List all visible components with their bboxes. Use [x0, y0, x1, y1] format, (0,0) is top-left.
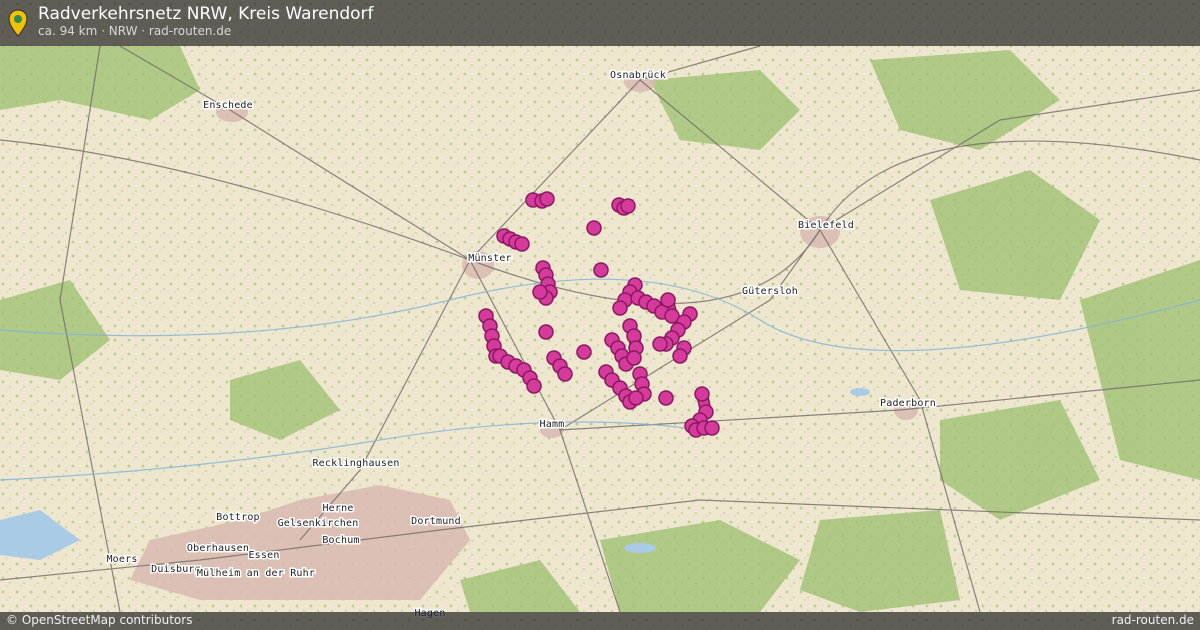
city-label: Duisburg [151, 564, 201, 575]
city-label: Gelsenkirchen [278, 518, 359, 529]
city-label: Mülheim an der Ruhr [197, 568, 315, 579]
page-title: Radverkehrsnetz NRW, Kreis Warendorf [38, 4, 374, 24]
city-label: Herne [322, 503, 353, 514]
map-pin-icon [8, 9, 28, 37]
route-meta: ca. 94 km · NRW · rad-routen.de [38, 24, 232, 38]
city-label: Enschede [203, 100, 253, 111]
osm-attribution[interactable]: © OpenStreetMap contributors [6, 613, 192, 627]
city-label: Oberhausen [187, 543, 249, 554]
city-label: Bochum [322, 535, 359, 546]
route-segment[interactable] [525, 191, 555, 209]
city-label: Moers [106, 554, 137, 565]
city-label: Hamm [540, 419, 565, 430]
route-segment[interactable] [538, 324, 554, 340]
route-segment[interactable] [576, 344, 592, 360]
city-label: Dortmund [411, 516, 461, 527]
footer-bar: © OpenStreetMap contributors rad-routen.… [0, 612, 1200, 630]
city-label: Bottrop [216, 512, 260, 523]
site-brand[interactable]: rad-routen.de [1112, 613, 1194, 627]
header-bar: Radverkehrsnetz NRW, Kreis Warendorf ca.… [0, 0, 1200, 46]
city-label: Gütersloh [742, 286, 798, 297]
city-label: Bielefeld [798, 220, 854, 231]
route-segment[interactable] [586, 220, 602, 236]
route-segment[interactable] [658, 390, 674, 406]
city-label: Osnabrück [610, 70, 666, 81]
city-label: Recklinghausen [312, 458, 399, 469]
map-canvas[interactable]: Osnabrück Enschede Bielefeld Münster Gütersl… [0, 0, 1200, 630]
route-segment[interactable] [593, 262, 609, 278]
city-label: Essen [248, 550, 279, 561]
city-label: Paderborn [880, 398, 936, 409]
city-label: Münster [468, 253, 512, 264]
